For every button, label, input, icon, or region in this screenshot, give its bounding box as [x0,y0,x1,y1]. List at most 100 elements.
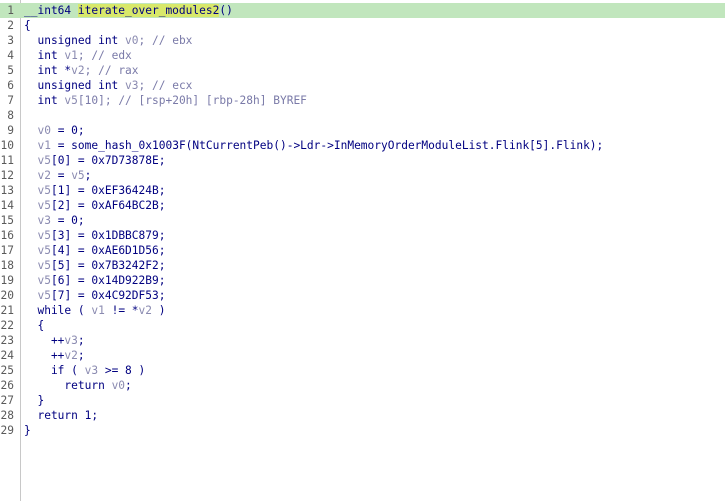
code-text[interactable]: int v1; // edx [24,48,131,63]
code-line[interactable]: 1 __int64 iterate_over_modules2() [0,3,725,18]
code-text[interactable]: ++v2; [24,348,85,363]
code-text[interactable]: v3 = 0; [24,213,85,228]
code-line[interactable]: 3 unsigned int v0; // ebx [0,33,725,48]
variable-token[interactable]: v5 [37,154,50,167]
variable-token[interactable]: v0 [125,34,138,47]
code-text[interactable]: v5[4] = 0xAE6D1D56; [24,243,165,258]
code-text[interactable]: } [24,393,44,408]
code-token: () [219,4,233,17]
code-text[interactable]: unsigned int v3; // ecx [24,78,192,93]
variable-token[interactable]: v1 [64,49,77,62]
code-line[interactable]: 10 v1 = some_hash_0x1003F(NtCurrentPeb()… [0,138,725,153]
function-name-highlight[interactable]: iterate_over_modules2 [77,4,220,17]
code-line[interactable]: 12 v2 = v5; [0,168,725,183]
variable-token[interactable]: v5 [71,169,84,182]
code-line[interactable]: 17 v5[4] = 0xAE6D1D56; [0,243,725,258]
code-line[interactable]: 15 v3 = 0; [0,213,725,228]
code-text[interactable]: v0 = 0; [24,123,85,138]
code-text[interactable]: int v5[10]; // [rsp+20h] [rbp-28h] BYREF [24,93,307,108]
code-text[interactable]: { [24,18,31,33]
code-line[interactable]: 24 ++v2; [0,348,725,363]
code-text[interactable]: v5[5] = 0x7B3242F2; [24,258,165,273]
code-line[interactable]: 29} [0,423,725,438]
variable-token[interactable]: v1 [37,139,50,152]
code-text[interactable]: v5[2] = 0xAF64BC2B; [24,198,165,213]
code-line[interactable]: 4 int v1; // edx [0,48,725,63]
code-text[interactable]: v5[6] = 0x14D922B9; [24,273,165,288]
code-line[interactable]: 9 v0 = 0; [0,123,725,138]
variable-token[interactable]: v3 [64,334,77,347]
code-text[interactable]: { [24,318,44,333]
code-text[interactable]: ++v3; [24,333,85,348]
code-text[interactable]: if ( v3 >= 8 ) [24,363,145,378]
variable-token[interactable]: v2 [64,349,77,362]
code-line[interactable]: 8 [0,108,725,123]
variable-token[interactable]: v3 [85,364,98,377]
variable-token[interactable]: v5 [37,244,50,257]
line-number: 15 [0,214,14,227]
code-token: ) [152,304,166,317]
variable-token[interactable]: v5 [37,229,50,242]
line-number: 29 [0,424,14,437]
code-line[interactable]: 25 if ( v3 >= 8 ) [0,363,725,378]
variable-token[interactable]: v0 [37,124,50,137]
code-token: return [24,379,112,392]
code-token: [3] = 0x1DBBC879; [50,229,166,242]
variable-token[interactable]: v2 [139,304,152,317]
variable-token[interactable]: v5 [37,274,50,287]
code-line[interactable]: 7 int v5[10]; // [rsp+20h] [rbp-28h] BYR… [0,93,725,108]
code-line[interactable]: 6 unsigned int v3; // ecx [0,78,725,93]
code-text[interactable]: v5[0] = 0x7D73878E; [24,153,165,168]
line-number: 7 [7,94,14,107]
variable-token[interactable]: v2 [37,169,50,182]
code-line[interactable]: 26 return v0; [0,378,725,393]
code-line[interactable]: 16 v5[3] = 0x1DBBC879; [0,228,725,243]
code-line[interactable]: 27 } [0,393,725,408]
code-text[interactable]: int *v2; // rax [24,63,138,78]
code-text[interactable]: v5[1] = 0xEF36424B; [24,183,165,198]
line-number: 9 [7,124,14,137]
code-text[interactable]: v2 = v5; [24,168,91,183]
code-line[interactable]: 22 { [0,318,725,333]
code-token: ; [125,379,132,392]
code-token: [4] = 0xAE6D1D56; [50,244,166,257]
code-line[interactable]: 18 v5[5] = 0x7B3242F2; [0,258,725,273]
line-number: 5 [7,64,14,77]
variable-token[interactable]: v1 [91,304,104,317]
code-line[interactable]: 11 v5[0] = 0x7D73878E; [0,153,725,168]
code-line[interactable]: 28 return 1; [0,408,725,423]
code-line[interactable]: 23 ++v3; [0,333,725,348]
variable-token[interactable]: v0 [112,379,125,392]
code-text[interactable]: v5[7] = 0x4C92DF53; [24,288,165,303]
code-line[interactable]: 19 v5[6] = 0x14D922B9; [0,273,725,288]
code-text[interactable]: } [24,423,31,438]
pseudocode-view[interactable]: 1 __int64 iterate_over_modules2() 2{3 unsi… [0,3,725,438]
variable-token[interactable]: v5 [37,184,50,197]
variable-token[interactable]: v5 [37,199,50,212]
code-text[interactable]: return 1; [24,408,98,423]
code-token: = 0; [50,214,85,227]
line-number: 25 [0,364,14,377]
code-line[interactable]: 14 v5[2] = 0xAF64BC2B; [0,198,725,213]
code-text[interactable]: v1 = some_hash_0x1003F(NtCurrentPeb()->L… [24,138,603,153]
code-line[interactable]: 5 int *v2; // rax [0,63,725,78]
variable-token[interactable]: v3 [37,214,50,227]
code-line[interactable]: 20 v5[7] = 0x4C92DF53; [0,288,725,303]
code-line[interactable]: 2{ [0,18,725,33]
code-text[interactable]: while ( v1 != *v2 ) [24,303,166,318]
code-line[interactable]: 21 while ( v1 != *v2 ) [0,303,725,318]
variable-token[interactable]: v5 [64,94,77,107]
line-number: 3 [7,34,14,47]
code-token: [10]; // [rsp+20h] [rbp-28h] BYREF [77,94,307,107]
code-text[interactable]: return v0; [24,378,132,393]
code-token: = 0; [50,124,85,137]
variable-token[interactable]: v5 [37,289,50,302]
variable-token[interactable]: v5 [37,259,50,272]
variable-token[interactable]: v2 [71,64,84,77]
variable-token[interactable]: v3 [125,79,138,92]
code-text[interactable]: v5[3] = 0x1DBBC879; [24,228,165,243]
code-line[interactable]: 13 v5[1] = 0xEF36424B; [0,183,725,198]
code-text[interactable]: __int64 iterate_over_modules2() [24,3,233,18]
code-text[interactable]: unsigned int v0; // ebx [24,33,192,48]
